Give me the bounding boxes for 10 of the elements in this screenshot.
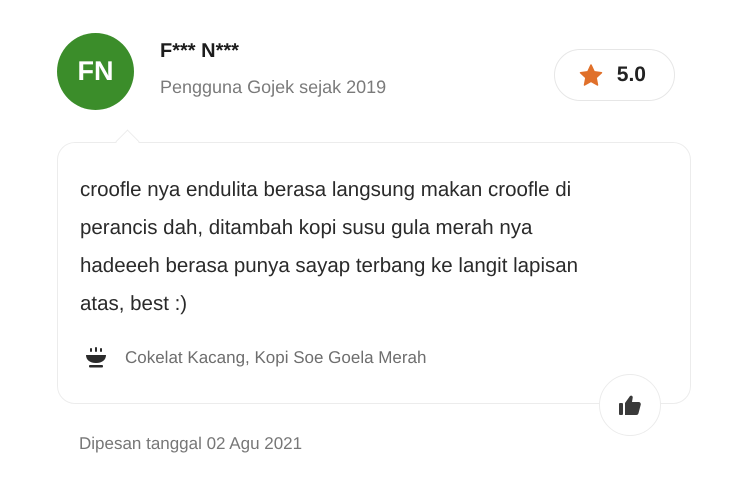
rating-badge: 5.0: [554, 49, 675, 101]
ordered-items: Cokelat Kacang, Kopi Soe Goela Merah: [125, 348, 426, 368]
bowl-icon: [85, 347, 107, 369]
review-text: croofle nya endulita berasa langsung makan croofle di perancis dah, ditambah kopi susu gula merah nya hadeeeh berasa punya sayap terbang ke langit lapisan atas, best :): [80, 177, 580, 317]
star-icon: [578, 64, 603, 86]
member-since: Pengguna Gojek sejak 2019: [160, 77, 388, 98]
avatar: FN: [57, 33, 134, 110]
thumbs-up-icon: [618, 394, 642, 416]
reviewer-name: F*** N***: [160, 40, 240, 63]
order-date: Dipesan tanggal 02 Agu 2021: [79, 434, 304, 454]
